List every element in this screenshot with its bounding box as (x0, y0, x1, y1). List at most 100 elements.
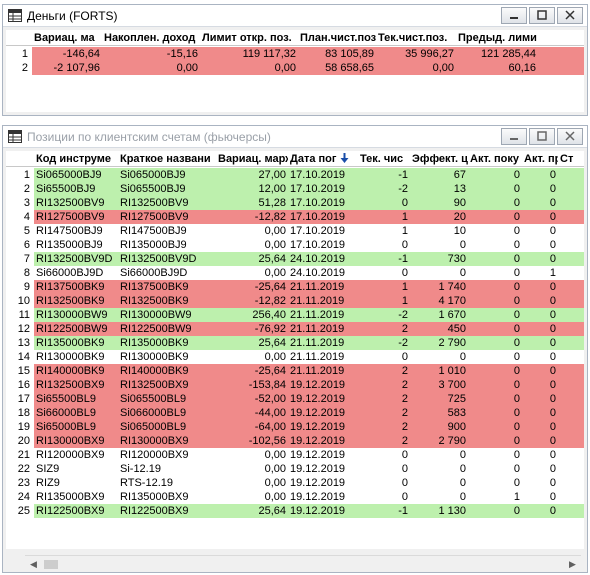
header-cell[interactable] (6, 30, 32, 45)
header-cell[interactable]: Тек. чис (358, 151, 410, 166)
money-window: Деньги (FORTS) Вариац. ма Накоплен. дохо… (2, 4, 588, 116)
table-cell (558, 504, 584, 518)
variation-margin-cell: 51,28 (258, 197, 286, 209)
table-row[interactable]: 17 Si65500BL9 Si065500BL9 -52,00 19.12.2019 2… (6, 392, 584, 406)
maturity-date-cell: 21.11.2019 (290, 337, 345, 349)
table-row[interactable]: 18 Si66000BL9 Si066000BL9 -44,00 19.12.2019 2… (6, 406, 584, 420)
active-buy-cell: 0 (513, 323, 520, 335)
header-cell[interactable]: Вариац. ма (32, 30, 102, 45)
table-cell (558, 476, 584, 490)
table-row[interactable]: 24 RI135000BX9 RI135000BX9 0,00 19.12.2019 0 0… (6, 490, 584, 504)
maturity-date-cell: 21.11.2019 (290, 281, 345, 293)
table-cell (558, 168, 584, 182)
maximize-button[interactable] (529, 7, 555, 24)
table-row[interactable]: 7 RI132500BV9D RI132500BV9D 25,64 24.10.2019… (6, 252, 584, 266)
horizontal-scrollbar[interactable]: ◀ ▶ (25, 555, 581, 572)
table-cell (558, 308, 584, 322)
variation-margin-cell: 0,00 (264, 477, 286, 489)
table-row[interactable]: 2 -2 107,96 0,00 0,00 58 658,65 0,00 60,16 (6, 61, 584, 75)
current-net-cell: -1 (398, 169, 408, 181)
active-buy-cell: 0 (513, 351, 520, 363)
minimize-button[interactable] (501, 128, 527, 145)
instrument-code-cell: RI132500BX9 (36, 379, 105, 391)
current-net-cell: -1 (398, 505, 408, 517)
table-cell (558, 294, 584, 308)
header-cell[interactable]: Предыд. лими (456, 30, 538, 45)
table-row[interactable]: 5 RI147500BJ9 RI147500BJ9 0,00 17.10.2019 1 10… (6, 224, 584, 238)
active-sell-cell: 0 (549, 253, 556, 265)
table-row[interactable]: 1 -146,64 -15,16 119 117,32 83 105,89 35 996,… (6, 47, 584, 61)
header-cell[interactable]: Эффект. ц (410, 151, 468, 166)
header-cell[interactable]: Краткое названи (118, 151, 216, 166)
maturity-date-cell: 19.12.2019 (290, 407, 346, 419)
current-net-cell: 0 (401, 197, 408, 209)
short-name-cell: RI132500BK9 (120, 295, 189, 307)
close-button[interactable] (557, 128, 583, 145)
scroll-right-icon[interactable]: ▶ (564, 556, 581, 573)
table-row[interactable]: 13 RI135000BK9 RI135000BK9 25,64 21.11.2019-… (6, 336, 584, 350)
table-row[interactable]: 16 RI132500BX9 RI132500BX9 -153,84 19.12.201… (6, 378, 584, 392)
maturity-date-cell: 19.12.2019 (290, 435, 346, 447)
maturity-date-cell: 19.12.2019 (290, 449, 346, 461)
money-window-titlebar[interactable]: Деньги (FORTS) (3, 5, 587, 27)
table-row[interactable]: 14 RI130000BK9 RI130000BK9 0,00 21.11.2019 0 0… (6, 350, 584, 364)
header-cell[interactable]: Ст (558, 151, 584, 166)
table-row[interactable]: 21 RI120000BX9 RI120000BX9 0,00 19.12.2019 0 0… (6, 448, 584, 462)
table-row[interactable]: 25 RI122500BX9 RI122500BX9 25,64 19.12.2019-… (6, 504, 584, 518)
instrument-code-cell: RI132500BK9 (36, 295, 105, 307)
header-cell[interactable]: Лимит откр. поз. (200, 30, 298, 45)
table-row[interactable]: 3 RI132500BV9 RI132500BV9 51,28 17.10.2019 0 9… (6, 196, 584, 210)
header-cell[interactable]: Акт. поку (468, 151, 522, 166)
row-number: 2 (6, 182, 34, 196)
header-cell[interactable]: План.чист.поз (298, 30, 376, 45)
maturity-date-cell: 17.10.2019 (290, 169, 346, 181)
header-cell[interactable]: Код инструме (34, 151, 118, 166)
table-row[interactable]: 22 SIZ9 Si-12.19 0,00 19.12.2019 0 0 0 0 (6, 462, 584, 476)
table-cell: 58 658,65 (325, 62, 374, 74)
table-row[interactable]: 12 RI122500BW9 RI122500BW9 -76,92 21.11.2019… (6, 322, 584, 336)
table-row[interactable]: 9 RI137500BK9 RI137500BK9 -25,64 21.11.2019 1… (6, 280, 584, 294)
instrument-code-cell: RI147500BJ9 (36, 225, 103, 237)
close-button[interactable] (557, 7, 583, 24)
current-net-cell: 0 (401, 239, 408, 251)
row-number: 1 (6, 168, 34, 182)
table-cell (558, 350, 584, 364)
minimize-button[interactable] (501, 7, 527, 24)
table-row[interactable]: 10 RI132500BK9 RI132500BK9 -12,82 21.11.2019… (6, 294, 584, 308)
active-buy-cell: 0 (513, 337, 520, 349)
positions-window-titlebar[interactable]: Позиции по клиентским счетам (фьючерсы) (3, 126, 587, 148)
active-sell-cell: 0 (549, 323, 556, 335)
header-cell[interactable]: Вариац. марж (216, 151, 288, 166)
maximize-button[interactable] (529, 128, 555, 145)
header-cell[interactable]: Накоплен. доход (102, 30, 200, 45)
header-cell[interactable] (6, 151, 34, 166)
table-row[interactable]: 8 Si66000BJ9D Si66000BJ9D 0,00 24.10.2019 0 0 0… (6, 266, 584, 280)
table-row[interactable]: 4 RI127500BV9 RI127500BV9 -12,82 17.10.2019 1… (6, 210, 584, 224)
current-net-cell: 2 (401, 407, 408, 419)
effective-price-cell: 1 130 (438, 505, 466, 517)
current-net-cell: -2 (398, 309, 408, 321)
table-cell: 35 996,27 (405, 48, 454, 60)
header-cell[interactable]: Тек.чист.поз. (376, 30, 456, 45)
current-net-cell: 2 (401, 393, 408, 405)
table-row[interactable]: 2 Si65500BJ9 Si065500BJ9 12,00 17.10.2019 -2 1… (6, 182, 584, 196)
table-row[interactable]: 11 RI130000BW9 RI130000BW9 256,40 21.11.2019… (6, 308, 584, 322)
table-row[interactable]: 20 RI130000BX9 RI130000BX9 -102,56 19.12.201… (6, 434, 584, 448)
current-net-cell: -2 (398, 183, 408, 195)
variation-margin-cell: -44,00 (254, 407, 286, 419)
header-cell-sorted[interactable]: Дата пог (288, 151, 358, 166)
header-cell[interactable]: Акт. пр (522, 151, 558, 166)
table-row[interactable]: 1 Si065000BJ9 Si065000BJ9 27,00 17.10.2019 -1… (6, 168, 584, 182)
active-sell-cell: 0 (549, 169, 556, 181)
table-row[interactable]: 15 RI140000BK9 RI140000BK9 -25,64 21.11.2019… (6, 364, 584, 378)
short-name-cell: RI135000BX9 (120, 491, 189, 503)
table-row[interactable]: 6 RI135000BJ9 RI135000BJ9 0,00 17.10.2019 0 0 0… (6, 238, 584, 252)
scroll-thumb[interactable] (44, 559, 58, 569)
table-row[interactable]: 19 Si65000BL9 Si065000BL9 -64,00 19.12.2019 2… (6, 420, 584, 434)
active-buy-cell: 0 (513, 421, 520, 433)
scroll-left-icon[interactable]: ◀ (25, 556, 42, 573)
table-row[interactable]: 23 RIZ9 RTS-12.19 0,00 19.12.2019 0 0 0 0 (6, 476, 584, 490)
active-buy-cell: 0 (513, 379, 520, 391)
variation-margin-cell: -102,56 (248, 435, 286, 447)
instrument-code-cell: RI130000BK9 (36, 351, 105, 363)
